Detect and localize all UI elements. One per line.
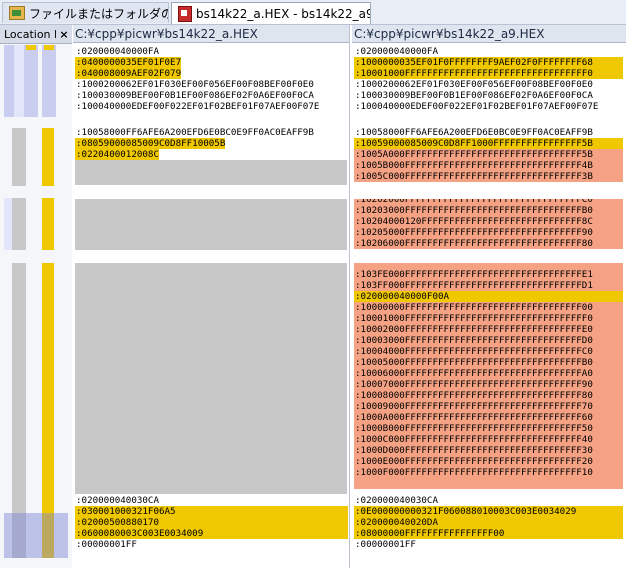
hex-line-inserted[interactable]: :10001000FFFFFFFFFFFFFFFFFFFFFFFFFFFFFFF… <box>354 313 623 324</box>
file-compare-icon <box>178 5 192 22</box>
tab-folder-select[interactable]: ファイルまたはフォルダの選択... <box>2 2 169 23</box>
hex-line-diff[interactable]: :040008009AEF02F079 <box>75 68 182 79</box>
hex-line[interactable]: :100040000EDEF00F022EF01F02BEF01F07AEF00… <box>354 101 598 112</box>
hex-line-inserted[interactable]: :1005C000FFFFFFFFFFFFFFFFFFFFFFFFFFFFFFF… <box>354 171 623 182</box>
section-gap <box>352 115 626 126</box>
hex-line[interactable]: :020000040000FA <box>75 46 159 57</box>
hex-line[interactable]: :100030009BEF00F0B1EF00F086EF02F0A6EF00F… <box>75 90 314 101</box>
location-diff-marker <box>42 198 54 250</box>
left-file-pane[interactable]: C:¥cpp¥picwr¥bs14k22_a.HEX :020000040000… <box>73 25 350 568</box>
hex-line[interactable]: :1000200062EF01F030EF00F056EF00F08BEF00F… <box>75 79 314 90</box>
tab-bar: ファイルまたはフォルダの選択... bs14k22_a.HEX - bs14k2… <box>0 0 626 25</box>
location-viewport[interactable] <box>4 513 68 558</box>
hex-line-inserted[interactable]: :10008000FFFFFFFFFFFFFFFFFFFFFFFFFFFFFFF… <box>354 390 623 401</box>
location-bar <box>12 198 26 250</box>
right-file-pane[interactable]: C:¥cpp¥picwr¥bs14k22_a9.HEX :02000004000… <box>352 25 626 568</box>
hex-line[interactable]: :10058000FF6AFE6A200EFD6E0BC0E9FF0AC0EAF… <box>354 127 593 138</box>
hex-line-inserted[interactable]: :10002000FFFFFFFFFFFFFFFFFFFFFFFFFFFFFFF… <box>354 324 623 335</box>
hex-line-diff[interactable]: :020000040020DA <box>354 517 623 528</box>
hex-line-inserted[interactable]: :103FE000FFFFFFFFFFFFFFFFFFFFFFFFFFFFFFF… <box>354 269 623 280</box>
hex-line[interactable]: :10058000FF6AFE6A200EFD6E0BC0E9FF0AC0EAF… <box>75 127 314 138</box>
empty-region <box>75 263 347 494</box>
section-gap <box>73 187 349 198</box>
hex-line-inserted[interactable]: :1000E000FFFFFFFFFFFFFFFFFFFFFFFFFFFFFFF… <box>354 456 623 467</box>
folder-compare-icon <box>9 6 25 20</box>
hex-line-inserted[interactable]: :1000F000FFFFFFFFFFFFFFFFFFFFFFFFFFFFFFF… <box>354 467 623 478</box>
section-gap <box>352 187 626 198</box>
section-gap <box>352 252 626 263</box>
hex-line-inserted[interactable]: :1000B000FFFFFFFFFFFFFFFFFFFFFFFFFFFFFFF… <box>354 423 623 434</box>
hex-line-inserted[interactable]: :10206000FFFFFFFFFFFFFFFFFFFFFFFFFFFFFFF… <box>354 238 623 249</box>
hex-line[interactable]: :020000040030CA <box>354 495 438 506</box>
left-file-path: C:¥cpp¥picwr¥bs14k22_a.HEX <box>73 25 349 43</box>
location-diff-marker <box>44 45 54 50</box>
hex-line-diff[interactable]: :10059000085009C0D8FF1000FFFFFFFFFFFFFFF… <box>354 138 623 149</box>
right-file-path: C:¥cpp¥picwr¥bs14k22_a9.HEX <box>352 25 626 43</box>
location-bar[interactable] <box>24 45 38 117</box>
hex-line-diff[interactable]: :0600080003C003E0034009 <box>75 528 348 539</box>
hex-line-inserted[interactable]: :1005B000FFFFFFFFFFFFFFFFFFFFFFFFFFFFFFF… <box>354 160 623 171</box>
empty-region <box>75 160 347 185</box>
location-bar <box>12 128 26 186</box>
hex-line-inserted[interactable]: :10003000FFFFFFFFFFFFFFFFFFFFFFFFFFFFFFF… <box>354 335 623 346</box>
hex-line-inserted[interactable]: :10205000FFFFFFFFFFFFFFFFFFFFFFFFFFFFFFF… <box>354 227 623 238</box>
hex-line[interactable]: :100040000EDEF00F022EF01F02BEF01F07AEF00… <box>75 101 319 112</box>
hex-line-diff[interactable]: :10001000FFFFFFFFFFFFFFFFFFFFFFFFFFFFFFF… <box>354 68 623 79</box>
hex-line-diff[interactable]: :0E000000000321F060088010003C003E0034029 <box>354 506 623 517</box>
tab-label: ファイルまたはフォルダの選択... <box>29 6 169 21</box>
hex-line-inserted[interactable]: :103FF000FFFFFFFFFFFFFFFFFFFFFFFFFFFFFFF… <box>354 280 623 291</box>
tab-file-compare[interactable]: bs14k22_a.HEX - bs14k22_a9.HEX <box>171 2 371 24</box>
hex-line-diff[interactable]: :030001000321F06A5 <box>75 506 348 517</box>
hex-line[interactable]: :00000001FF <box>75 539 137 550</box>
hex-line-diff[interactable]: :08059000085009C0D8FF10005B <box>75 138 226 149</box>
location-bar[interactable] <box>42 45 56 117</box>
hex-line-inserted[interactable]: :1000A000FFFFFFFFFFFFFFFFFFFFFFFFFFFFFFF… <box>354 412 623 423</box>
location-pane-title: Location P <box>4 27 56 41</box>
hex-line-diff[interactable]: :02000500880170 <box>75 517 348 528</box>
hex-line-inserted[interactable]: :10007000FFFFFFFFFFFFFFFFFFFFFFFFFFFFFFF… <box>354 379 623 390</box>
hex-line-inserted[interactable]: :1000D000FFFFFFFFFFFFFFFFFFFFFFFFFFFFFFF… <box>354 445 623 456</box>
hex-line[interactable]: :100030009BEF00F0B1EF00F086EF02F0A6EF00F… <box>354 90 593 101</box>
hex-line-inserted[interactable]: :1005A000FFFFFFFFFFFFFFFFFFFFFFFFFFFFFFF… <box>354 149 623 160</box>
location-diff-marker <box>26 45 36 50</box>
section-gap <box>73 115 349 126</box>
hex-line-inserted[interactable]: :10009000FFFFFFFFFFFFFFFFFFFFFFFFFFFFFFF… <box>354 401 623 412</box>
location-bar[interactable] <box>14 45 24 117</box>
hex-line[interactable]: :1000200062EF01F030EF00F056EF00F08BEF00F… <box>354 79 593 90</box>
hex-line[interactable]: :020000040000FA <box>354 46 438 57</box>
hex-line-inserted[interactable]: :10004000FFFFFFFFFFFFFFFFFFFFFFFFFFFFFFF… <box>354 346 623 357</box>
hex-line-inserted[interactable] <box>354 478 623 489</box>
location-pane-header: Location P × <box>0 25 72 44</box>
location-bar[interactable] <box>4 45 14 117</box>
section-gap <box>73 252 349 263</box>
location-pane: Location P × <box>0 25 72 568</box>
hex-line-inserted[interactable]: :10203000FFFFFFFFFFFFFFFFFFFFFFFFFFFFFFF… <box>354 205 623 216</box>
tab-label: bs14k22_a.HEX - bs14k22_a9.HEX <box>196 6 370 21</box>
hex-line-inserted[interactable]: :1000C000FFFFFFFFFFFFFFFFFFFFFFFFFFFFFFF… <box>354 434 623 445</box>
hex-line[interactable]: :020000040030CA <box>75 495 159 506</box>
hex-line-diff[interactable]: :08000000FFFFFFFFFFFFFFFF00 <box>354 528 623 539</box>
hex-line-diff[interactable]: :1000000035EF01F0FFFFFFFF9AEF02F0FFFFFFF… <box>354 57 623 68</box>
hex-line-diff[interactable]: :0220400012008C <box>75 149 159 160</box>
close-icon[interactable]: × <box>56 28 72 41</box>
hex-line-diff[interactable]: :020000040000F00A <box>354 291 623 302</box>
hex-line-diff[interactable]: :0400000035EF01F0E7 <box>75 57 182 68</box>
empty-region <box>75 199 347 250</box>
hex-line-inserted[interactable]: :10005000FFFFFFFFFFFFFFFFFFFFFFFFFFFFFFF… <box>354 357 623 368</box>
hex-line-inserted[interactable]: :10006000FFFFFFFFFFFFFFFFFFFFFFFFFFFFFFF… <box>354 368 623 379</box>
hex-line-inserted[interactable]: :10000000FFFFFFFFFFFFFFFFFFFFFFFFFFFFFFF… <box>354 302 623 313</box>
location-diff-marker <box>42 128 54 186</box>
hex-line-inserted[interactable]: :10204000120FFFFFFFFFFFFFFFFFFFFFFFFFFFF… <box>354 216 623 227</box>
hex-line[interactable]: :00000001FF <box>354 539 416 550</box>
location-bar <box>4 198 12 250</box>
